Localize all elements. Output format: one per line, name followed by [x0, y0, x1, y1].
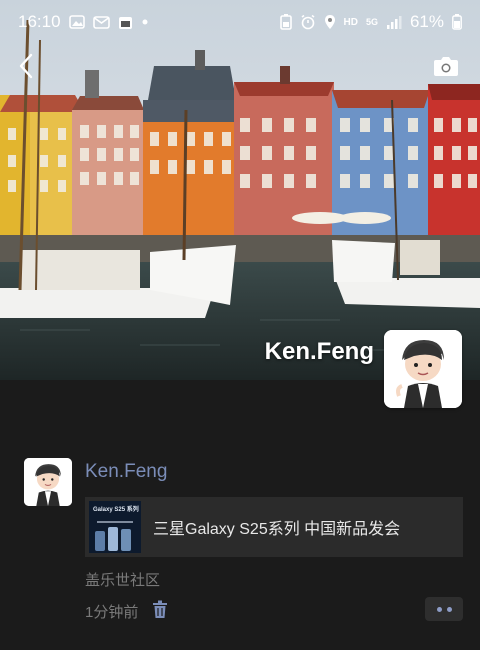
dot-icon — [436, 606, 442, 612]
chevron-left-icon — [19, 53, 33, 79]
delete-button[interactable] — [152, 600, 170, 620]
shared-link-card[interactable]: Galaxy S25 系列 三星Galaxy S25系列 中国新品发会 — [85, 497, 463, 557]
signal-icon — [386, 15, 402, 29]
battery-percent: 61% — [409, 12, 444, 31]
back-button[interactable] — [12, 50, 40, 82]
gallery-icon — [68, 15, 85, 29]
profile-name: Ken.Feng — [264, 338, 374, 365]
trash-icon — [153, 600, 167, 618]
top-bar — [0, 48, 480, 84]
battery-icon — [452, 14, 462, 30]
clock: 16:10 — [18, 12, 61, 31]
cartoon-avatar-icon — [24, 458, 72, 506]
post-avatar[interactable] — [24, 458, 72, 506]
profile-avatar[interactable] — [384, 330, 462, 408]
camera-icon — [434, 57, 458, 76]
post-time: 1分钟前 — [85, 604, 139, 621]
status-bar: 16:10 HD 5G 61% — [0, 0, 480, 44]
location-icon — [324, 14, 336, 30]
alarm-icon — [300, 14, 316, 30]
shared-link-thumbnail: Galaxy S25 系列 — [89, 501, 141, 553]
dot-icon — [446, 606, 452, 612]
camera-button[interactable] — [430, 50, 462, 82]
notification-dot-icon — [141, 18, 149, 26]
post-source[interactable]: 盖乐世社区 — [85, 569, 160, 590]
cartoon-avatar-icon — [384, 330, 462, 408]
thumb-caption: Galaxy S25 系列 — [93, 507, 139, 513]
battery-saver-icon — [279, 14, 292, 30]
more-options-button[interactable] — [425, 597, 463, 621]
hd-indicator: HD — [343, 16, 358, 28]
post-author[interactable]: Ken.Feng — [85, 461, 167, 483]
network-gen: 5G — [365, 16, 378, 27]
shared-link-title: 三星Galaxy S25系列 中国新品发会 — [153, 521, 401, 538]
calendar-icon — [118, 15, 133, 30]
mail-icon — [92, 15, 110, 29]
